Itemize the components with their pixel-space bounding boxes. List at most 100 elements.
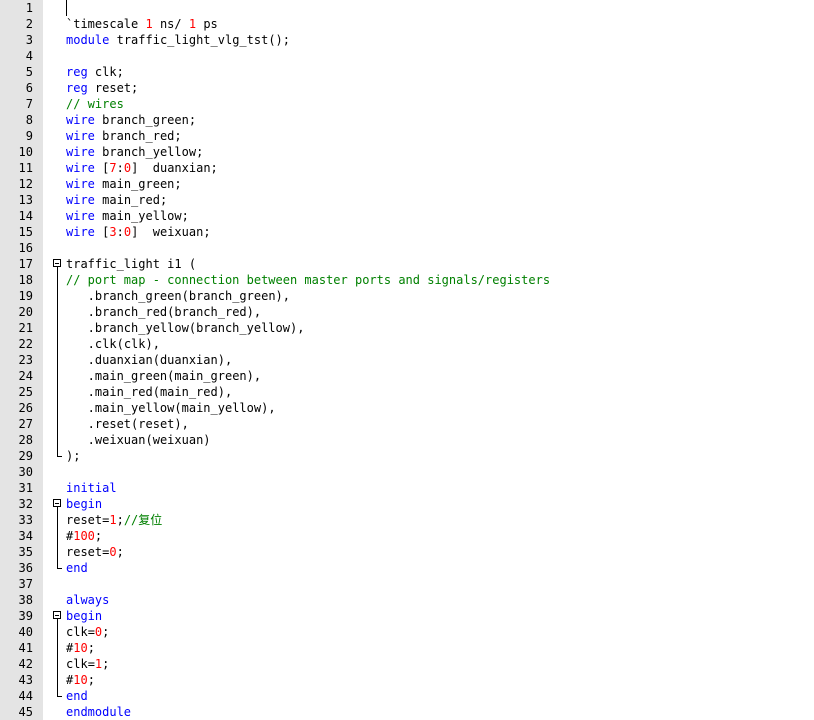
code-line[interactable]: 10 wire branch_yellow;: [0, 144, 814, 160]
fold-collapse-icon[interactable]: [53, 259, 61, 267]
code-text[interactable]: wire branch_yellow;: [66, 144, 203, 160]
line-number: 11: [18, 161, 33, 175]
code-text[interactable]: `timescale 1 ns/ 1 ps: [66, 16, 218, 32]
fold-guide-line: [57, 267, 58, 456]
code-line[interactable]: 37: [0, 576, 814, 592]
code-line[interactable]: 45 endmodule: [0, 704, 814, 720]
code-line[interactable]: 25 .main_red(main_red),: [0, 384, 814, 400]
code-text[interactable]: clk=1;: [66, 656, 109, 672]
code-text[interactable]: .main_green(main_green),: [66, 368, 261, 384]
code-line[interactable]: 32 begin: [0, 496, 814, 512]
code-text[interactable]: wire branch_green;: [66, 112, 196, 128]
code-line[interactable]: 1: [0, 0, 814, 16]
code-line[interactable]: 20 .branch_red(branch_red),: [0, 304, 814, 320]
code-line[interactable]: 4: [0, 48, 814, 64]
code-text[interactable]: // wires: [66, 96, 124, 112]
code-text[interactable]: module traffic_light_vlg_tst();: [66, 32, 290, 48]
code-text[interactable]: reg reset;: [66, 80, 138, 96]
code-text[interactable]: #100;: [66, 528, 102, 544]
code-line[interactable]: 11 wire [7:0] duanxian;: [0, 160, 814, 176]
code-line[interactable]: 40 clk=0;: [0, 624, 814, 640]
code-text[interactable]: clk=0;: [66, 624, 109, 640]
code-text[interactable]: endmodule: [66, 704, 131, 720]
code-line[interactable]: 17 traffic_light i1 (: [0, 256, 814, 272]
code-line[interactable]: 6 reg reset;: [0, 80, 814, 96]
code-text[interactable]: wire main_green;: [66, 176, 182, 192]
code-line[interactable]: 9 wire branch_red;: [0, 128, 814, 144]
code-line[interactable]: 28 .weixuan(weixuan): [0, 432, 814, 448]
code-text[interactable]: wire branch_red;: [66, 128, 182, 144]
code-line[interactable]: 44 end: [0, 688, 814, 704]
code-line[interactable]: 34 #100;: [0, 528, 814, 544]
code-text[interactable]: traffic_light i1 (: [66, 256, 196, 272]
code-line[interactable]: 31 initial: [0, 480, 814, 496]
code-text[interactable]: .reset(reset),: [66, 416, 189, 432]
code-line[interactable]: 22 .clk(clk),: [0, 336, 814, 352]
code-line[interactable]: 36 end: [0, 560, 814, 576]
code-text[interactable]: #10;: [66, 640, 95, 656]
text-caret: [66, 0, 67, 16]
line-number: 21: [18, 321, 33, 335]
code-line[interactable]: 7 // wires: [0, 96, 814, 112]
code-text[interactable]: #10;: [66, 672, 95, 688]
code-line[interactable]: 41 #10;: [0, 640, 814, 656]
fold-collapse-icon[interactable]: [53, 499, 61, 507]
code-line[interactable]: 24 .main_green(main_green),: [0, 368, 814, 384]
code-line[interactable]: 27 .reset(reset),: [0, 416, 814, 432]
line-number: 8: [25, 113, 33, 127]
code-line[interactable]: 8 wire branch_green;: [0, 112, 814, 128]
code-text[interactable]: wire main_red;: [66, 192, 167, 208]
code-text[interactable]: reg clk;: [66, 64, 124, 80]
code-line[interactable]: 42 clk=1;: [0, 656, 814, 672]
code-line[interactable]: 18 // port map - connection between maste…: [0, 272, 814, 288]
line-number: 24: [18, 369, 33, 383]
code-line[interactable]: 29);: [0, 448, 814, 464]
code-line[interactable]: 23 .duanxian(duanxian),: [0, 352, 814, 368]
code-line[interactable]: 21 .branch_yellow(branch_yellow),: [0, 320, 814, 336]
code-line[interactable]: 12 wire main_green;: [0, 176, 814, 192]
code-text[interactable]: .clk(clk),: [66, 336, 160, 352]
code-text[interactable]: .weixuan(weixuan): [66, 432, 211, 448]
line-number: 39: [18, 609, 33, 623]
code-line[interactable]: 30: [0, 464, 814, 480]
line-number: 7: [25, 97, 33, 111]
code-line[interactable]: 3 module traffic_light_vlg_tst();: [0, 32, 814, 48]
code-text[interactable]: .main_red(main_red),: [66, 384, 233, 400]
code-line[interactable]: 13 wire main_red;: [0, 192, 814, 208]
code-lines[interactable]: 1 2 `timescale 1 ns/ 1 ps 3 module traffic_l…: [0, 0, 814, 720]
code-line[interactable]: 14 wire main_yellow;: [0, 208, 814, 224]
code-line[interactable]: 35 reset=0;: [0, 544, 814, 560]
line-number: 2: [25, 17, 33, 31]
line-number: 35: [18, 545, 33, 559]
code-text[interactable]: .branch_yellow(branch_yellow),: [66, 320, 305, 336]
code-text[interactable]: end: [66, 688, 88, 704]
code-text[interactable]: begin: [66, 608, 102, 624]
code-text[interactable]: .branch_green(branch_green),: [66, 288, 290, 304]
code-line[interactable]: 39 begin: [0, 608, 814, 624]
code-text[interactable]: begin: [66, 496, 102, 512]
code-text[interactable]: wire [7:0] duanxian;: [66, 160, 218, 176]
code-text[interactable]: .duanxian(duanxian),: [66, 352, 233, 368]
code-text[interactable]: );: [66, 448, 80, 464]
code-text[interactable]: reset=0;: [66, 544, 124, 560]
code-text[interactable]: wire [3:0] weixuan;: [66, 224, 211, 240]
code-line[interactable]: 26 .main_yellow(main_yellow),: [0, 400, 814, 416]
code-text[interactable]: .main_yellow(main_yellow),: [66, 400, 276, 416]
code-text[interactable]: initial: [66, 480, 117, 496]
code-line[interactable]: 33 reset=1;//复位: [0, 512, 814, 528]
fold-collapse-icon[interactable]: [53, 611, 61, 619]
code-line[interactable]: 16: [0, 240, 814, 256]
code-text[interactable]: wire main_yellow;: [66, 208, 189, 224]
code-editor[interactable]: 1 2 `timescale 1 ns/ 1 ps 3 module traffic_l…: [0, 0, 814, 720]
code-line[interactable]: 19 .branch_green(branch_green),: [0, 288, 814, 304]
code-line[interactable]: 2 `timescale 1 ns/ 1 ps: [0, 16, 814, 32]
code-text[interactable]: .branch_red(branch_red),: [66, 304, 261, 320]
code-line[interactable]: 15 wire [3:0] weixuan;: [0, 224, 814, 240]
code-text[interactable]: always: [66, 592, 109, 608]
code-text[interactable]: end: [66, 560, 88, 576]
code-line[interactable]: 38 always: [0, 592, 814, 608]
code-line[interactable]: 5 reg clk;: [0, 64, 814, 80]
code-text[interactable]: // port map - connection between master …: [66, 272, 550, 288]
code-line[interactable]: 43 #10;: [0, 672, 814, 688]
code-text[interactable]: reset=1;//复位: [66, 512, 162, 528]
